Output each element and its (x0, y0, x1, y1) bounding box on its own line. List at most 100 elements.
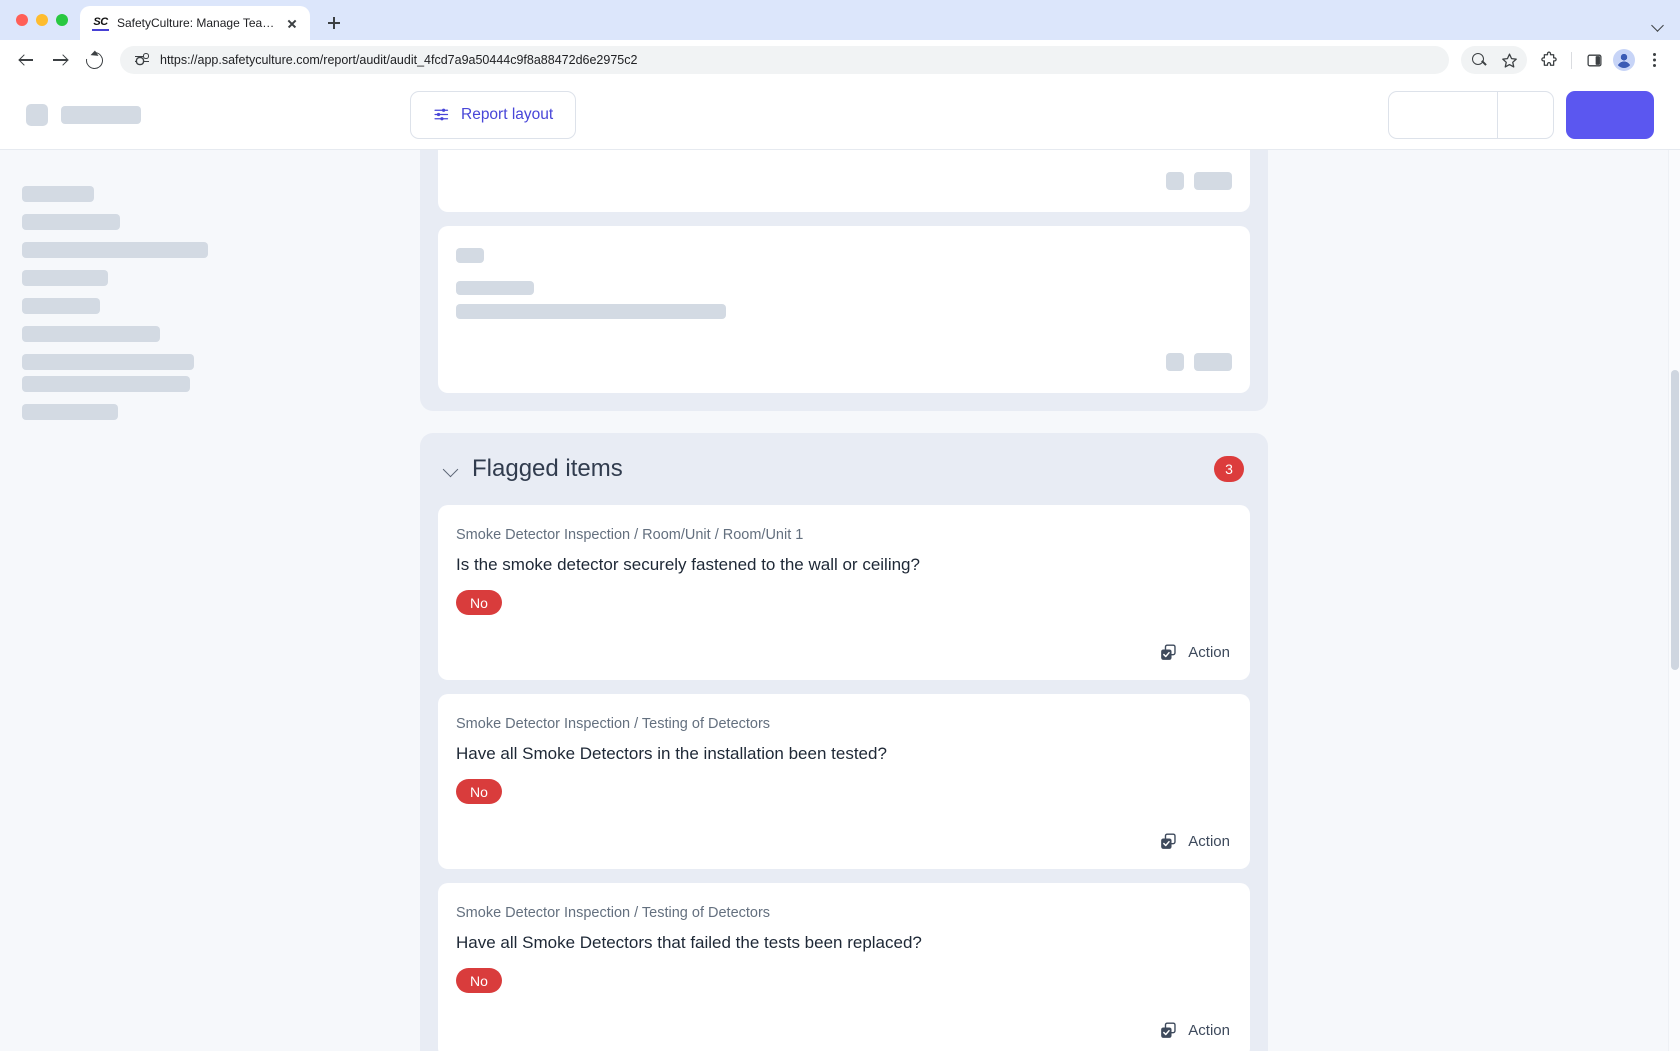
flagged-item-answer-badge: No (456, 968, 502, 994)
flagged-items-section: Flagged items 3 Smoke Detector Inspectio… (420, 433, 1268, 1051)
action-task-icon (1159, 643, 1178, 662)
flagged-item-answer-badge: No (456, 779, 502, 805)
flagged-item-breadcrumb: Smoke Detector Inspection / Testing of D… (456, 716, 771, 733)
new-tab-button[interactable] (320, 9, 348, 37)
skeleton-section-top (420, 150, 1268, 411)
toolbar-icons (1461, 46, 1668, 74)
flagged-item-card[interactable]: Smoke Detector Inspection / Testing of D… (438, 694, 1250, 870)
bookmark-star-icon (1501, 52, 1517, 68)
skeleton-action-icon (1166, 353, 1184, 371)
tab-search-chevron-down-icon[interactable] (1652, 19, 1664, 31)
create-action-button[interactable]: Action (1157, 639, 1232, 666)
chrome-menu-button[interactable] (1640, 46, 1668, 74)
safetyculture-favicon: SC (92, 16, 109, 31)
extensions-puzzle-icon (1541, 51, 1557, 66)
minimize-window-button[interactable] (36, 14, 48, 26)
flagged-item-question: Have all Smoke Detectors that failed the… (456, 933, 922, 953)
sidebar-skeleton-line (22, 326, 160, 342)
create-action-button[interactable]: Action (1157, 828, 1232, 855)
flagged-item-question: Is the smoke detector securely fastened … (456, 555, 920, 574)
skeleton-card (438, 150, 1250, 212)
sidebar-skeleton-line (22, 242, 208, 258)
create-action-label: Action (1188, 644, 1230, 662)
browser-toolbar: https://app.safetyculture.com/report/aud… (0, 40, 1680, 80)
split-action-caret[interactable] (1498, 92, 1553, 138)
chrome-menu-kebab-icon (1646, 52, 1662, 68)
close-tab-icon[interactable] (284, 15, 300, 31)
report-layout-label: Report layout (461, 105, 554, 123)
toolbar-divider (1571, 51, 1572, 69)
sidebar-skeleton-line (22, 354, 194, 370)
side-panel-button[interactable] (1580, 46, 1608, 74)
create-action-label: Action (1188, 833, 1230, 851)
skeleton-line (456, 248, 484, 263)
skeleton-line (456, 281, 534, 295)
create-action-button[interactable]: Action (1157, 1017, 1232, 1044)
page-viewport: Report layout Flagged items 3 Smoke Dete… (0, 80, 1680, 1051)
maximize-window-button[interactable] (56, 14, 68, 26)
split-action-button[interactable] (1388, 90, 1554, 139)
report-content: Flagged items 3 Smoke Detector Inspectio… (0, 150, 1680, 1051)
browser-tab[interactable]: SC SafetyCulture: Manage Teams and... (80, 6, 310, 40)
skeleton-card-actions (456, 353, 1232, 371)
sidebar-skeleton-line (22, 404, 118, 420)
window-traffic-lights (12, 0, 80, 40)
skeleton-action-icon (1166, 172, 1184, 190)
report-sidebar-skeleton (0, 150, 420, 1051)
flagged-item-answer-badge: No (456, 590, 502, 616)
primary-action-button[interactable] (1566, 90, 1654, 139)
sidebar-skeleton-line (22, 186, 94, 202)
zoom-search-button[interactable] (1465, 46, 1493, 74)
flagged-item-actions: Action (456, 1017, 1232, 1044)
omnibox-action-pill (1461, 46, 1527, 74)
flagged-item-actions: Action (456, 828, 1232, 855)
action-task-icon (1159, 832, 1178, 851)
profile-button[interactable] (1610, 46, 1638, 74)
browser-tab-strip: SC SafetyCulture: Manage Teams and... (0, 0, 1680, 40)
zoom-search-icon (1471, 52, 1487, 68)
action-task-icon (1159, 1021, 1178, 1040)
split-action-main[interactable] (1389, 92, 1497, 138)
action-task-icon-svg (1161, 833, 1176, 850)
address-bar[interactable]: https://app.safetyculture.com/report/aud… (120, 46, 1449, 74)
chevron-down-icon[interactable] (442, 460, 460, 478)
skeleton-line (456, 304, 726, 319)
forward-arrow-icon (52, 52, 68, 68)
skeleton-card-actions (456, 172, 1232, 190)
app-title-placeholder (61, 105, 141, 124)
app-header: Report layout (0, 80, 1680, 150)
reload-button[interactable] (80, 46, 108, 74)
sidebar-skeleton-line (22, 298, 100, 314)
browser-window: SC SafetyCulture: Manage Teams and... ht… (0, 0, 1680, 1051)
report-document-column: Flagged items 3 Smoke Detector Inspectio… (420, 150, 1268, 1051)
report-layout-button[interactable]: Report layout (410, 90, 577, 139)
flagged-item-card[interactable]: Smoke Detector Inspection / Testing of D… (438, 883, 1250, 1051)
flagged-item-actions: Action (456, 639, 1232, 666)
extensions-button[interactable] (1535, 46, 1563, 74)
sidebar-skeleton-line (22, 376, 190, 392)
vertical-scrollbar[interactable] (1668, 150, 1680, 1051)
skeleton-action-label (1194, 353, 1232, 371)
flagged-item-card[interactable]: Smoke Detector Inspection / Room/Unit / … (438, 505, 1250, 681)
flagged-item-question: Have all Smoke Detectors in the installa… (456, 744, 887, 764)
address-bar-url: https://app.safetyculture.com/report/aud… (160, 53, 638, 67)
vertical-scrollbar-thumb[interactable] (1671, 370, 1679, 670)
back-button[interactable] (12, 46, 40, 74)
sidebar-skeleton-line (22, 214, 120, 230)
close-window-button[interactable] (16, 14, 28, 26)
bookmark-button[interactable] (1495, 46, 1523, 74)
side-panel-icon (1586, 54, 1602, 66)
forward-button[interactable] (46, 46, 74, 74)
flagged-item-breadcrumb: Smoke Detector Inspection / Room/Unit / … (456, 527, 804, 543)
report-content-scroller[interactable]: Flagged items 3 Smoke Detector Inspectio… (0, 150, 1680, 1051)
flagged-items-count-badge: 3 (1214, 456, 1244, 482)
sidebar-skeleton-line (22, 270, 108, 286)
site-settings-icon[interactable] (134, 52, 150, 68)
app-header-left (26, 103, 386, 126)
app-logo-placeholder (26, 103, 48, 126)
back-arrow-icon (18, 52, 34, 68)
action-task-icon-svg (1161, 644, 1176, 660)
flagged-item-breadcrumb: Smoke Detector Inspection / Testing of D… (456, 905, 771, 922)
flagged-items-header[interactable]: Flagged items 3 (438, 433, 1250, 505)
app-header-actions (1388, 90, 1654, 139)
